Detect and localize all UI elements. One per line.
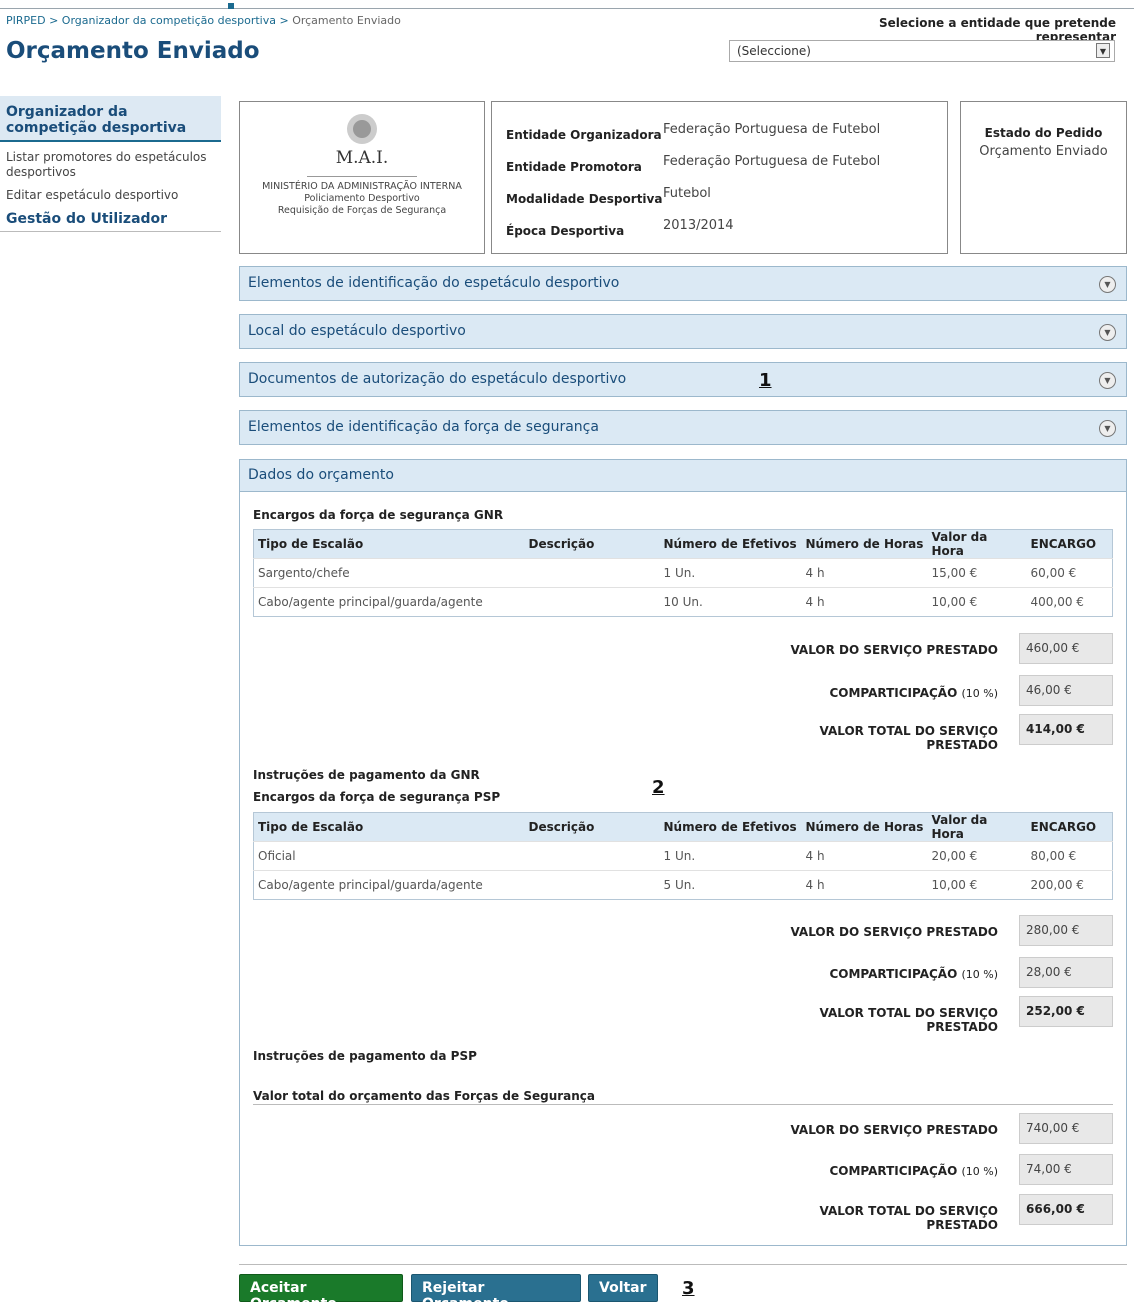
compart-label: COMPARTICIPAÇÃO (10 %) [829, 967, 998, 981]
psp-title: Encargos da força de segurança PSP [253, 790, 501, 804]
psp-compart-value: 28,00 € [1019, 957, 1113, 988]
info-key: Entidade Promotora [506, 160, 642, 174]
psp-payment-instructions[interactable]: Instruções de pagamento da PSP [253, 1049, 477, 1063]
total-label: VALOR TOTAL DO SERVIÇO PRESTADO [819, 724, 998, 752]
psp-table: Tipo de Escalão Descrição Número de Efet… [253, 812, 1113, 900]
state-label: Estado do Pedido [984, 126, 1103, 140]
page-title: Orçamento Enviado [6, 38, 260, 64]
logo-title: M.A.I. [335, 148, 389, 168]
col-header: Tipo de Escalão [253, 812, 525, 842]
totais-compart-value: 74,00 € [1019, 1154, 1113, 1185]
request-info-box: Entidade Organizadora Federação Portugues… [491, 101, 948, 254]
col-header: Tipo de Escalão [253, 529, 525, 559]
table-row: Cabo/agente principal/guarda/agente 10 Un… [253, 587, 1113, 617]
accept-budget-button[interactable]: Aceitar Orçamento [239, 1274, 403, 1308]
psp-servico-value: 280,00 € [1019, 915, 1113, 946]
servico-label: VALOR DO SERVIÇO PRESTADO [790, 1123, 998, 1137]
col-header: Número de Horas [801, 529, 928, 559]
gnr-total-value: 414,00 € [1019, 714, 1113, 745]
accordion-documentos[interactable]: Documentos de autorização do espetáculo … [239, 362, 1127, 397]
total-label: VALOR TOTAL DO SERVIÇO PRESTADO [819, 1006, 998, 1034]
back-button[interactable]: Voltar [588, 1274, 658, 1302]
sidebar: Organizador da competição desportiva Lis… [0, 96, 221, 232]
col-header: Número de Efetivos [659, 812, 802, 842]
info-key: Modalidade Desportiva [506, 192, 663, 206]
logo-line: Requisição de Forças de Segurança [277, 205, 447, 216]
logo-line: Policiamento Desportivo [304, 193, 420, 204]
table-row: Sargento/chefe 1 Un. 4 h 15,00 €60,00 € [253, 558, 1113, 588]
info-value: Futebol [663, 186, 711, 201]
breadcrumb-parent[interactable]: Organizador da competição desportiva [62, 14, 276, 27]
breadcrumb: PIRPED > Organizador da competição despo… [6, 14, 401, 27]
col-header: Descrição [524, 529, 660, 559]
budget-panel-title: Dados do orçamento [240, 460, 1126, 492]
col-header: ENCARGO [1026, 529, 1113, 559]
gnr-compart-value: 46,00 € [1019, 675, 1113, 706]
servico-label: VALOR DO SERVIÇO PRESTADO [790, 643, 998, 657]
expand-icon[interactable]: ▼ [1099, 276, 1116, 293]
col-header: Descrição [524, 812, 660, 842]
accordion-local[interactable]: Local do espetáculo desportivo ▼ [239, 314, 1127, 349]
mai-logo-box: M.A.I. MINISTÉRIO DA ADMINISTRAÇÃO INTER… [239, 101, 485, 254]
entity-select[interactable]: (Seleccione) ▼ [729, 40, 1115, 62]
psp-total-value: 252,00 € [1019, 996, 1113, 1027]
reject-budget-button[interactable]: Rejeitar Orçamento [411, 1274, 581, 1308]
expand-icon[interactable]: ▼ [1099, 324, 1116, 341]
sidebar-item-listar[interactable]: Listar promotores do espetáculos desport… [0, 142, 221, 180]
table-row: Cabo/agente principal/guarda/agente 5 Un.… [253, 870, 1113, 900]
servico-label: VALOR DO SERVIÇO PRESTADO [790, 925, 998, 939]
col-header: ENCARGO [1026, 812, 1113, 842]
col-header: Número de Efetivos [659, 529, 802, 559]
col-header: Valor da Hora [927, 529, 1027, 559]
total-label: VALOR TOTAL DO SERVIÇO PRESTADO [819, 1204, 998, 1232]
gnr-table: Tipo de Escalão Descrição Número de Efet… [253, 529, 1113, 617]
emblem-icon [347, 114, 377, 144]
logo-line: MINISTÉRIO DA ADMINISTRAÇÃO INTERNA [262, 181, 462, 192]
gnr-payment-instructions[interactable]: Instruções de pagamento da GNR [253, 768, 480, 782]
totais-servico-value: 740,00 € [1019, 1113, 1113, 1144]
compart-label: COMPARTICIPAÇÃO (10 %) [829, 1164, 998, 1178]
expand-icon[interactable]: ▼ [1099, 372, 1116, 389]
sidebar-item-editar[interactable]: Editar espetáculo desportivo [0, 180, 221, 203]
annotation-3: 3 [682, 1278, 695, 1299]
sidebar-item-organizador[interactable]: Organizador da competição desportiva [0, 96, 221, 142]
request-state-box: Estado do Pedido Orçamento Enviado [960, 101, 1127, 254]
top-accent [228, 3, 234, 9]
accordion-identificacao[interactable]: Elementos de identificação do espetáculo… [239, 266, 1127, 301]
chevron-down-icon[interactable]: ▼ [1096, 43, 1110, 58]
sidebar-item-gestao[interactable]: Gestão do Utilizador [0, 203, 221, 232]
info-key: Época Desportiva [506, 224, 625, 238]
totais-total-value: 666,00 € [1019, 1194, 1113, 1225]
info-key: Entidade Organizadora [506, 128, 662, 142]
annotation-2: 2 [652, 777, 665, 798]
compart-label: COMPARTICIPAÇÃO (10 %) [829, 686, 998, 700]
expand-icon[interactable]: ▼ [1099, 420, 1116, 437]
info-value: 2013/2014 [663, 218, 734, 233]
annotation-1: 1 [759, 370, 772, 391]
col-header: Valor da Hora [927, 812, 1027, 842]
info-value: Federação Portuguesa de Futebol [663, 122, 881, 137]
accordion-forca-seguranca[interactable]: Elementos de identificação da força de s… [239, 410, 1127, 445]
info-value: Federação Portuguesa de Futebol [663, 154, 881, 169]
state-value: Orçamento Enviado [979, 144, 1108, 159]
breadcrumb-root[interactable]: PIRPED [6, 14, 46, 27]
table-row: Oficial 1 Un. 4 h 20,00 €80,00 € [253, 841, 1113, 871]
col-header: Número de Horas [801, 812, 928, 842]
gnr-title: Encargos da força de segurança GNR [253, 508, 504, 522]
breadcrumb-current: Orçamento Enviado [292, 14, 401, 27]
gnr-servico-value: 460,00 € [1019, 633, 1113, 664]
totals-title: Valor total do orçamento das Forças de S… [253, 1089, 596, 1103]
